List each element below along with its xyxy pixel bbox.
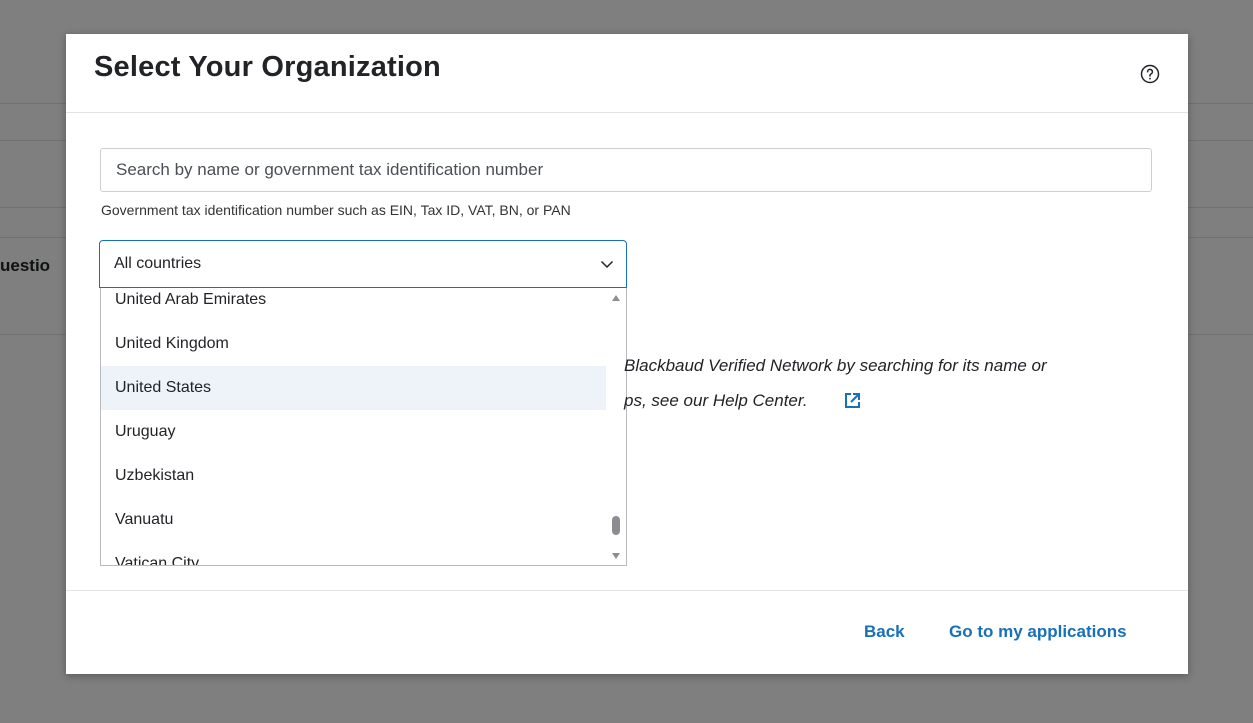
select-organization-modal: Select Your Organization Government tax … bbox=[66, 34, 1188, 674]
country-select[interactable]: All countries bbox=[99, 240, 627, 288]
external-link-icon[interactable] bbox=[843, 391, 862, 410]
modal-title: Select Your Organization bbox=[94, 51, 441, 83]
modal-header: Select Your Organization bbox=[66, 34, 1188, 113]
country-option[interactable]: Vatican City bbox=[101, 542, 606, 565]
search-hint: Government tax identification number suc… bbox=[101, 202, 571, 218]
country-option[interactable]: Uruguay bbox=[101, 410, 606, 454]
scrollbar-thumb[interactable] bbox=[612, 516, 620, 535]
info-text-line-2: ps, see our Help Center. bbox=[624, 391, 808, 410]
scroll-arrow-down-icon[interactable] bbox=[611, 552, 621, 560]
scroll-arrow-up-icon[interactable] bbox=[611, 294, 621, 302]
go-to-my-applications-button[interactable]: Go to my applications bbox=[949, 622, 1127, 642]
country-option[interactable]: United Kingdom bbox=[101, 322, 606, 366]
info-text-line-1: Blackbaud Verified Network by searching … bbox=[624, 356, 1047, 375]
country-select-value: All countries bbox=[114, 255, 202, 272]
country-option[interactable]: Vanuatu bbox=[101, 498, 606, 542]
search-input[interactable] bbox=[100, 148, 1152, 192]
country-option[interactable]: Uzbekistan bbox=[101, 454, 606, 498]
back-button[interactable]: Back bbox=[864, 622, 905, 642]
country-option[interactable]: United States bbox=[101, 366, 606, 410]
country-dropdown-list[interactable]: United Arab Emirates United Kingdom Unit… bbox=[100, 288, 627, 566]
country-option[interactable]: United Arab Emirates bbox=[101, 288, 606, 322]
question-circle-icon[interactable] bbox=[1140, 64, 1160, 84]
chevron-down-icon bbox=[600, 260, 614, 269]
